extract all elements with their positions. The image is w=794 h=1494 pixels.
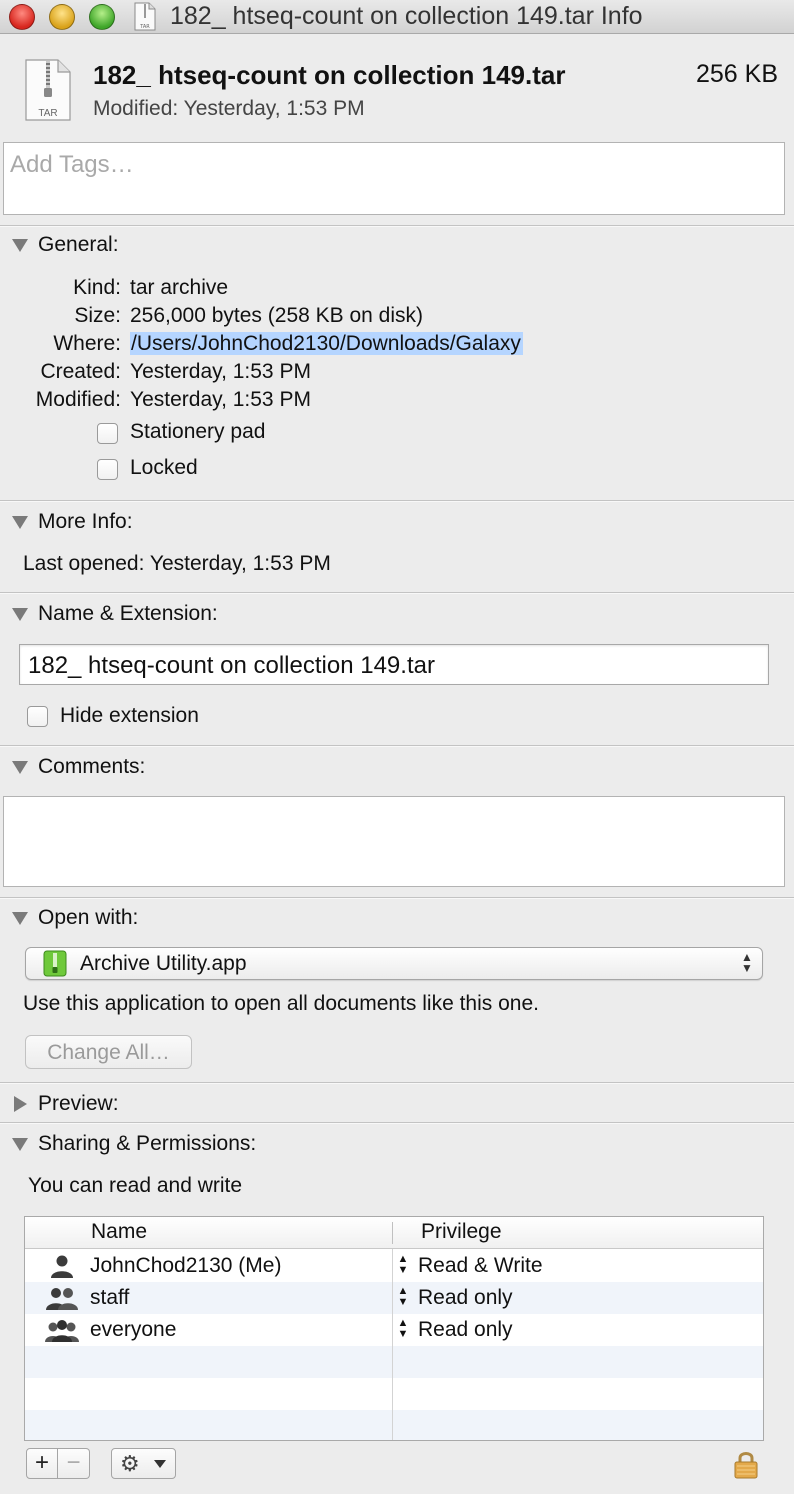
kind-value: tar archive [130, 276, 229, 299]
hide-extension-checkbox[interactable] [27, 706, 48, 727]
privilege-stepper-icon[interactable]: ▲ ▼ [397, 1318, 409, 1340]
change-all-label: Change All… [47, 1041, 170, 1064]
column-divider [392, 1249, 393, 1440]
created-label: Created: [40, 360, 121, 383]
single-user-icon [51, 1255, 73, 1278]
table-row[interactable]: staff ▲ ▼ Read only [25, 1282, 763, 1314]
open-with-description: Use this application to open all documen… [23, 992, 539, 1015]
chevron-down-icon [154, 1460, 166, 1468]
general-disclosure-triangle[interactable] [12, 239, 28, 252]
locked-checkbox[interactable] [97, 459, 118, 480]
comments-section-title: Comments: [38, 755, 146, 778]
file-name: 182_ htseq-count on collection 149.tar [93, 60, 566, 90]
where-value[interactable]: /Users/JohnChod2130/Downloads/Galaxy [130, 332, 523, 356]
privilege-stepper-icon[interactable]: ▲ ▼ [397, 1286, 409, 1308]
file-name-field-value[interactable]: 182_ htseq-count on collection 149.tar [28, 652, 435, 680]
change-all-button[interactable]: Change All… [25, 1035, 192, 1069]
name-column-header[interactable]: Name [91, 1220, 147, 1244]
privilege-column-header[interactable]: Privilege [421, 1220, 502, 1244]
tags-input[interactable]: Add Tags… [3, 142, 785, 215]
add-user-button[interactable]: + [26, 1448, 58, 1479]
title-bar: TAR 182_ htseq-count on collection 149.t… [0, 0, 794, 34]
group-privilege[interactable]: Read only [418, 1286, 513, 1310]
locked-label: Locked [130, 456, 198, 479]
permission-note: You can read and write [28, 1174, 243, 1197]
more-info-section-title: More Info: [38, 510, 133, 533]
last-opened: Last opened: Yesterday, 1:53 PM [23, 552, 331, 575]
open-with-popup[interactable]: Archive Utility.app ▲ ▼ [25, 947, 763, 980]
modified-value: Yesterday, 1:53 PM [130, 388, 311, 411]
where-path[interactable]: /Users/JohnChod2130/Downloads/Galaxy [130, 332, 523, 355]
empty-row [25, 1378, 763, 1410]
preview-section-title: Preview: [38, 1092, 119, 1115]
popup-arrows-icon: ▲ ▼ [741, 950, 753, 975]
stationery-pad-checkbox[interactable] [97, 423, 118, 444]
empty-row [25, 1410, 763, 1440]
table-row[interactable]: JohnChod2130 (Me) ▲ ▼ Read & Write [25, 1250, 763, 1282]
window-title: 182_ htseq-count on collection 149.tar I… [170, 2, 643, 30]
group-name: staff [90, 1286, 130, 1309]
everyone-icon [45, 1320, 79, 1342]
comments-textarea[interactable] [3, 796, 785, 887]
kind-label: Kind: [73, 276, 121, 299]
open-with-disclosure-triangle[interactable] [12, 912, 28, 925]
action-menu-button[interactable]: ⚙ [111, 1448, 176, 1479]
table-header: Name Privilege [25, 1217, 763, 1249]
everyone-name: everyone [90, 1318, 177, 1341]
name-extension-disclosure-triangle[interactable] [12, 608, 28, 621]
divider [0, 897, 794, 899]
sharing-section-title: Sharing & Permissions: [38, 1132, 257, 1155]
sharing-disclosure-triangle[interactable] [12, 1138, 28, 1151]
created-value: Yesterday, 1:53 PM [130, 360, 311, 383]
lock-icon[interactable] [733, 1449, 759, 1479]
divider [0, 500, 794, 502]
file-name-field[interactable]: 182_ htseq-count on collection 149.tar [19, 644, 769, 685]
modified-label: Modified: [35, 388, 121, 411]
more-info-disclosure-triangle[interactable] [12, 516, 28, 529]
column-divider [392, 1222, 393, 1244]
comments-disclosure-triangle[interactable] [12, 761, 28, 774]
everyone-privilege[interactable]: Read only [418, 1318, 513, 1342]
modified-date: Modified: Yesterday, 1:53 PM [93, 97, 365, 120]
where-label: Where: [53, 332, 121, 355]
divider [0, 1122, 794, 1124]
user-privilege[interactable]: Read & Write [418, 1254, 543, 1278]
gear-icon: ⚙ [120, 1451, 140, 1476]
remove-user-button[interactable]: − [58, 1448, 90, 1479]
archive-utility-icon [43, 950, 67, 977]
name-extension-section-title: Name & Extension: [38, 602, 218, 625]
stationery-pad-label: Stationery pad [130, 420, 266, 443]
divider [0, 225, 794, 227]
size-value: 256,000 bytes (258 KB on disk) [130, 304, 424, 327]
table-row[interactable]: everyone ▲ ▼ Read only [25, 1314, 763, 1346]
svg-text:TAR: TAR [139, 24, 150, 30]
open-with-section-title: Open with: [38, 906, 139, 929]
open-with-app-name: Archive Utility.app [80, 952, 247, 975]
zoom-window-button[interactable] [89, 4, 115, 30]
preview-disclosure-triangle[interactable] [14, 1096, 27, 1112]
privilege-stepper-icon[interactable]: ▲ ▼ [397, 1254, 409, 1276]
file-size: 256 KB [695, 60, 778, 88]
tags-placeholder: Add Tags… [10, 151, 134, 178]
empty-row [25, 1346, 763, 1378]
hide-extension-label: Hide extension [60, 704, 199, 727]
user-name: JohnChod2130 (Me) [90, 1254, 282, 1277]
tar-icon-label: TAR [38, 108, 58, 119]
close-window-button[interactable] [9, 4, 35, 30]
general-section-title: General: [38, 233, 119, 256]
size-label: Size: [74, 304, 121, 327]
divider [0, 745, 794, 747]
divider [0, 1082, 794, 1084]
group-icon [46, 1288, 78, 1310]
tar-file-icon: TAR [134, 2, 156, 31]
divider [0, 592, 794, 594]
minimize-window-button[interactable] [49, 4, 75, 30]
permissions-table: Name Privilege JohnChod2130 (Me) ▲ ▼ Read… [24, 1216, 764, 1441]
